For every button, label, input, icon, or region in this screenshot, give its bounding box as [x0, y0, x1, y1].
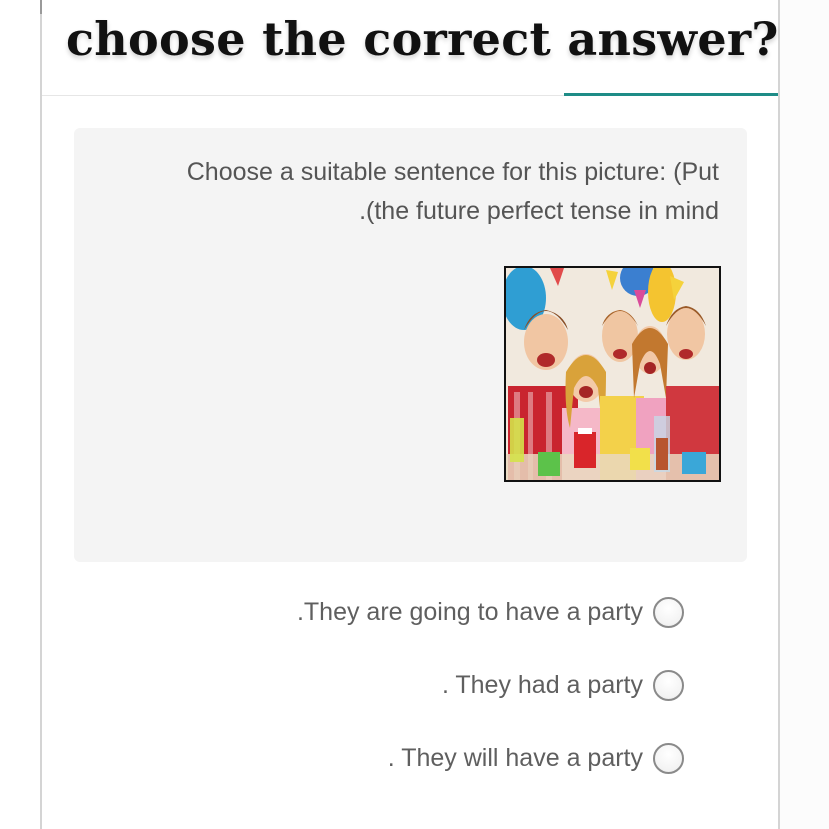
answer-option-3[interactable]: . They will have a party	[388, 738, 684, 778]
radio-button-2[interactable]	[653, 669, 684, 701]
right-margin	[780, 0, 829, 829]
radio-button-3[interactable]	[653, 742, 684, 774]
answer-option-2[interactable]: . They had a party	[442, 665, 684, 705]
answer-option-3-label: . They will have a party	[387, 743, 643, 772]
page-frame-left-mark	[40, 0, 42, 14]
answer-option-1-label: .They are going to have a party	[296, 597, 643, 626]
question-prompt: Choose a suitable sentence for this pict…	[79, 153, 719, 231]
radio-button-1[interactable]	[653, 596, 684, 628]
question-title: choose the correct answer?	[66, 12, 779, 66]
question-card: Choose a suitable sentence for this pict…	[74, 128, 747, 562]
page-frame-left	[40, 0, 42, 829]
answer-option-1[interactable]: .They are going to have a party	[297, 592, 684, 632]
party-children-photo	[504, 266, 721, 482]
title-accent-bar	[564, 93, 778, 96]
question-prompt-line-2: .(the future perfect tense in mind	[359, 197, 719, 225]
question-prompt-line-1: Choose a suitable sentence for this pict…	[186, 158, 719, 186]
answer-option-2-label: . They had a party	[441, 670, 643, 699]
